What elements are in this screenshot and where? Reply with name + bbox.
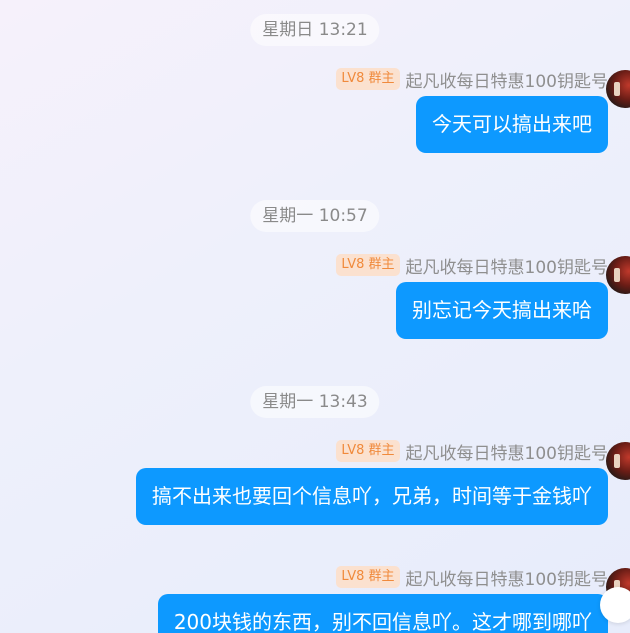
level-owner-badge: LV8 群主 <box>336 566 400 588</box>
sender-name[interactable]: 起凡收每日特惠100钥匙号 <box>406 67 608 92</box>
timestamp-chip: 星期日 13:21 <box>250 14 380 46</box>
timestamp-chip: 星期一 13:43 <box>250 386 380 418</box>
message-bubble[interactable]: 搞不出来也要回个信息吖，兄弟，时间等于金钱吖 <box>136 468 608 525</box>
level-owner-badge: LV8 群主 <box>336 254 400 276</box>
scroll-button-icon[interactable] <box>600 587 630 623</box>
message-bubble[interactable]: 200块钱的东西，别不回信息吖。这才哪到哪吖 <box>157 594 608 633</box>
message-bubble[interactable]: 今天可以搞出来吧 <box>416 96 608 153</box>
sender-row: LV8 群主 起凡收每日特惠100钥匙号 <box>336 439 608 464</box>
avatar-icon[interactable] <box>606 70 630 108</box>
timestamp-chip: 星期一 10:57 <box>250 200 380 232</box>
sender-name[interactable]: 起凡收每日特惠100钥匙号 <box>406 565 608 590</box>
message-bubble[interactable]: 别忘记今天搞出来哈 <box>396 282 608 339</box>
sender-name[interactable]: 起凡收每日特惠100钥匙号 <box>406 253 608 278</box>
sender-row: LV8 群主 起凡收每日特惠100钥匙号 <box>336 67 608 92</box>
sender-row: LV8 群主 起凡收每日特惠100钥匙号 <box>336 253 608 278</box>
level-owner-badge: LV8 群主 <box>336 440 400 462</box>
sender-name[interactable]: 起凡收每日特惠100钥匙号 <box>406 439 608 464</box>
avatar-icon[interactable] <box>606 442 630 480</box>
sender-row: LV8 群主 起凡收每日特惠100钥匙号 <box>336 565 608 590</box>
avatar-icon[interactable] <box>606 256 630 294</box>
level-owner-badge: LV8 群主 <box>336 68 400 90</box>
chat-message-list[interactable]: 星期日 13:21 LV8 群主 起凡收每日特惠100钥匙号 今天可以搞出来吧 … <box>0 0 630 633</box>
